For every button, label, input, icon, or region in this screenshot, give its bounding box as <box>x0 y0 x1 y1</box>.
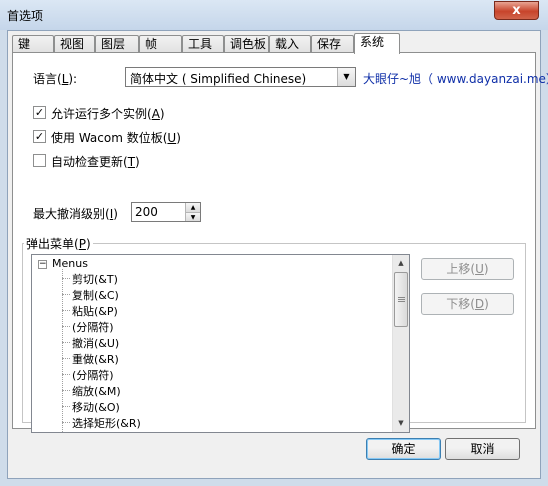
tree-connector <box>62 278 70 279</box>
tree-item[interactable]: 移动(&O) <box>72 399 120 415</box>
tree-item[interactable]: 选择矩形(&R) <box>72 415 141 431</box>
tree-item[interactable]: 重做(&R) <box>72 351 119 367</box>
tree-root-item[interactable]: Menus <box>52 257 88 270</box>
tree-connector <box>62 326 70 327</box>
tab-layers[interactable]: 图层 <box>95 35 139 53</box>
window-title: 首选项 <box>7 9 44 23</box>
tree-connector <box>62 294 70 295</box>
checkbox-auto-update[interactable] <box>33 154 46 167</box>
tab-save[interactable]: 保存 <box>311 35 354 53</box>
language-credit: 大眼仔~旭（ www.dayanzai.me） <box>363 72 548 86</box>
spin-up-icon[interactable]: ▲ <box>186 203 200 212</box>
tree-connector <box>62 390 70 391</box>
max-undo-value: 200 <box>135 205 158 219</box>
tab-palette[interactable]: 调色板 <box>224 35 269 53</box>
dialog-client: 键 视图 图层 帧 工具 调色板 载入 保存 系统 语言(L): 简体中文 ( … <box>7 30 548 479</box>
scroll-down-icon[interactable]: ▼ <box>393 415 409 432</box>
tree-item[interactable]: 缩放(&M) <box>72 383 121 399</box>
chevron-down-icon: ▼ <box>337 68 355 86</box>
title-bar: 首选项 x <box>0 0 548 30</box>
close-button[interactable]: x <box>494 1 539 20</box>
max-undo-stepper[interactable]: 200 ▲ ▼ <box>131 202 201 222</box>
language-label: 语言(L): <box>33 72 78 86</box>
checkbox-wacom-tablet[interactable]: ✓ <box>33 130 46 143</box>
tab-tools[interactable]: 工具 <box>182 35 224 53</box>
tree-item[interactable]: 复制(&C) <box>72 287 119 303</box>
popup-menu-tree[interactable]: − Menus 剪切(&T) 复制(&C) 粘贴(&P) (分隔符) 撤消(&U… <box>31 254 410 433</box>
scroll-up-icon[interactable]: ▲ <box>393 255 409 272</box>
ok-button[interactable]: 确定 <box>366 438 441 460</box>
collapse-icon[interactable]: − <box>38 260 47 269</box>
popup-menu-label: 弹出菜单(P) <box>24 235 93 252</box>
tree-item[interactable]: 撤消(&U) <box>72 335 119 351</box>
grip-icon <box>398 297 405 298</box>
tree-connector <box>62 310 70 311</box>
cancel-button[interactable]: 取消 <box>445 438 520 460</box>
tree-item[interactable]: 剪切(&T) <box>72 271 118 287</box>
tree-item[interactable]: (分隔符) <box>72 319 114 335</box>
multiple-instances-label: 允许运行多个实例(A) <box>51 107 165 121</box>
language-value: 简体中文 ( Simplified Chinese) <box>130 72 307 86</box>
max-undo-label: 最大撤消级别(I) <box>33 207 118 221</box>
auto-update-label: 自动检查更新(T) <box>51 155 140 169</box>
tab-system[interactable]: 系统 <box>354 33 400 54</box>
scrollbar-thumb[interactable] <box>394 272 408 327</box>
wacom-tablet-label: 使用 Wacom 数位板(U) <box>51 131 181 145</box>
check-icon: ✓ <box>34 130 45 143</box>
check-icon: ✓ <box>34 106 45 119</box>
spin-buttons: ▲ ▼ <box>185 203 200 221</box>
tab-load[interactable]: 载入 <box>269 35 311 53</box>
language-select[interactable]: 简体中文 ( Simplified Chinese) ▼ <box>125 67 356 87</box>
tree-item[interactable]: (分隔符) <box>72 367 114 383</box>
system-panel: 语言(L): 简体中文 ( Simplified Chinese) ▼ 大眼仔~… <box>12 52 548 433</box>
checkbox-multiple-instances[interactable]: ✓ <box>33 106 46 119</box>
spin-down-icon[interactable]: ▼ <box>186 212 200 221</box>
move-down-button[interactable]: 下移(D) <box>421 293 514 315</box>
tree-connector <box>62 422 70 423</box>
tab-keys[interactable]: 键 <box>12 35 54 53</box>
move-up-button[interactable]: 上移(U) <box>421 258 514 280</box>
tree-connector <box>62 342 70 343</box>
tree-connector <box>62 406 70 407</box>
tree-connector <box>62 358 70 359</box>
tab-frames[interactable]: 帧 <box>139 35 182 53</box>
tree-connector <box>62 374 70 375</box>
tab-view[interactable]: 视图 <box>54 35 95 53</box>
tree-item[interactable]: 粘贴(&P) <box>72 303 118 319</box>
close-icon: x <box>512 3 521 18</box>
tree-scrollbar[interactable]: ▲ ▼ <box>392 255 409 432</box>
